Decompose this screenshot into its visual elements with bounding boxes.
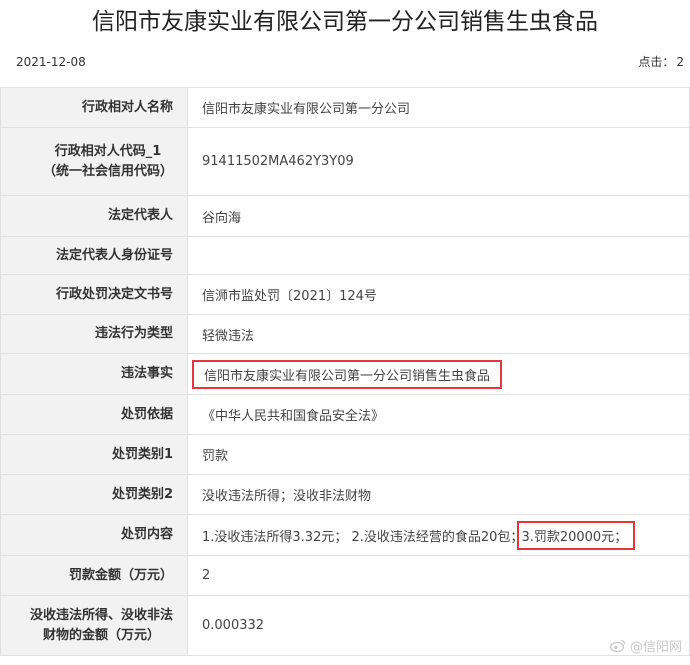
- weibo-icon: [609, 639, 626, 653]
- row-value-violation-type: 轻微违法: [187, 314, 690, 354]
- row-label-penalty-type-2: 处罚类别2: [0, 474, 188, 515]
- table-row: 行政相对人名称 信阳市友康实业有限公司第一分公司: [0, 87, 690, 128]
- row-value-party-name: 信阳市友康实业有限公司第一分公司: [187, 87, 690, 128]
- row-value-legal-rep: 谷向海: [187, 195, 690, 237]
- table-row: 处罚类别2 没收违法所得；没收非法财物: [0, 474, 690, 515]
- table-row: 没收违法所得、没收非法 财物的金额（万元） 0.000332: [0, 595, 690, 656]
- row-label-legal-basis: 处罚依据: [0, 394, 188, 435]
- penalty-info-table: 行政相对人名称 信阳市友康实业有限公司第一分公司 行政相对人代码_1 （统一社会…: [0, 87, 690, 656]
- row-value-legal-rep-id: [187, 236, 690, 275]
- watermark-text: @信阳网: [629, 640, 682, 655]
- row-label-credit-code: 行政相对人代码_1 （统一社会信用代码）: [0, 127, 188, 196]
- row-value-decision-no: 信浉市监处罚〔2021〕124号: [187, 274, 690, 315]
- row-label-violation-facts: 违法事实: [0, 353, 188, 395]
- row-label-penalty-type-1: 处罚类别1: [0, 434, 188, 475]
- row-value-violation-facts: 信阳市友康实业有限公司第一分公司销售生虫食品: [187, 353, 690, 395]
- row-label-confiscation-line1: 没收违法所得、没收非法: [29, 607, 173, 623]
- row-value-legal-basis: 《中华人民共和国食品安全法》: [187, 394, 690, 435]
- row-label-violation-type: 违法行为类型: [0, 314, 188, 354]
- row-label-legal-rep-id: 法定代表人身份证号: [0, 236, 188, 275]
- table-row: 处罚内容 1.没收违法所得3.32元； 2.没收违法经营的食品20包；3.罚款2…: [0, 514, 690, 556]
- view-count: 点击： 2: [636, 53, 684, 71]
- row-label-party-name: 行政相对人名称: [0, 87, 188, 128]
- table-row: 违法行为类型 轻微违法: [0, 314, 690, 354]
- penalty-content-part1: 1.没收违法所得3.32元； 2.没收违法经营的食品20包；: [202, 529, 524, 545]
- table-row: 处罚类别1 罚款: [0, 434, 690, 475]
- table-row: 行政处罚决定文书号 信浉市监处罚〔2021〕124号: [0, 274, 690, 315]
- row-label-confiscation-amount: 没收违法所得、没收非法 财物的金额（万元）: [0, 595, 188, 656]
- row-label-credit-code-line2: （统一社会信用代码）: [42, 163, 173, 179]
- table-row: 法定代表人身份证号: [0, 236, 690, 275]
- row-value-penalty-content: 1.没收违法所得3.32元； 2.没收违法经营的食品20包；3.罚款20000元…: [187, 514, 690, 556]
- table-row: 罚款金额（万元） 2: [0, 555, 690, 596]
- highlight-box-facts: 信阳市友康实业有限公司第一分公司销售生虫食品: [192, 359, 503, 389]
- table-row: 行政相对人代码_1 （统一社会信用代码） 91411502MA462Y3Y09: [0, 127, 690, 196]
- row-label-decision-no: 行政处罚决定文书号: [0, 274, 188, 315]
- row-label-fine-amount: 罚款金额（万元）: [0, 555, 188, 596]
- row-value-fine-amount: 2: [187, 555, 690, 596]
- page-title: 信阳市友康实业有限公司第一分公司销售生虫食品: [92, 9, 598, 35]
- view-count-value: 2: [676, 55, 684, 69]
- row-label-confiscation-line2: 财物的金额（万元）: [42, 627, 160, 643]
- highlight-box-fine: 3.罚款20000元；: [517, 520, 636, 550]
- table-row: 违法事实 信阳市友康实业有限公司第一分公司销售生虫食品: [0, 353, 690, 395]
- row-label-penalty-content: 处罚内容: [0, 514, 188, 556]
- row-label-credit-code-line1: 行政相对人代码_1: [54, 143, 162, 159]
- publish-date: 2021-12-08: [16, 55, 86, 69]
- view-count-label: 点击：: [638, 55, 675, 69]
- row-value-penalty-type-2: 没收违法所得；没收非法财物: [187, 474, 690, 515]
- watermark: @信阳网: [609, 636, 682, 655]
- table-row: 处罚依据 《中华人民共和国食品安全法》: [0, 394, 690, 435]
- row-value-credit-code: 91411502MA462Y3Y09: [187, 127, 690, 196]
- row-label-legal-rep: 法定代表人: [0, 195, 188, 237]
- table-row: 法定代表人 谷向海: [0, 195, 690, 237]
- row-value-penalty-type-1: 罚款: [187, 434, 690, 475]
